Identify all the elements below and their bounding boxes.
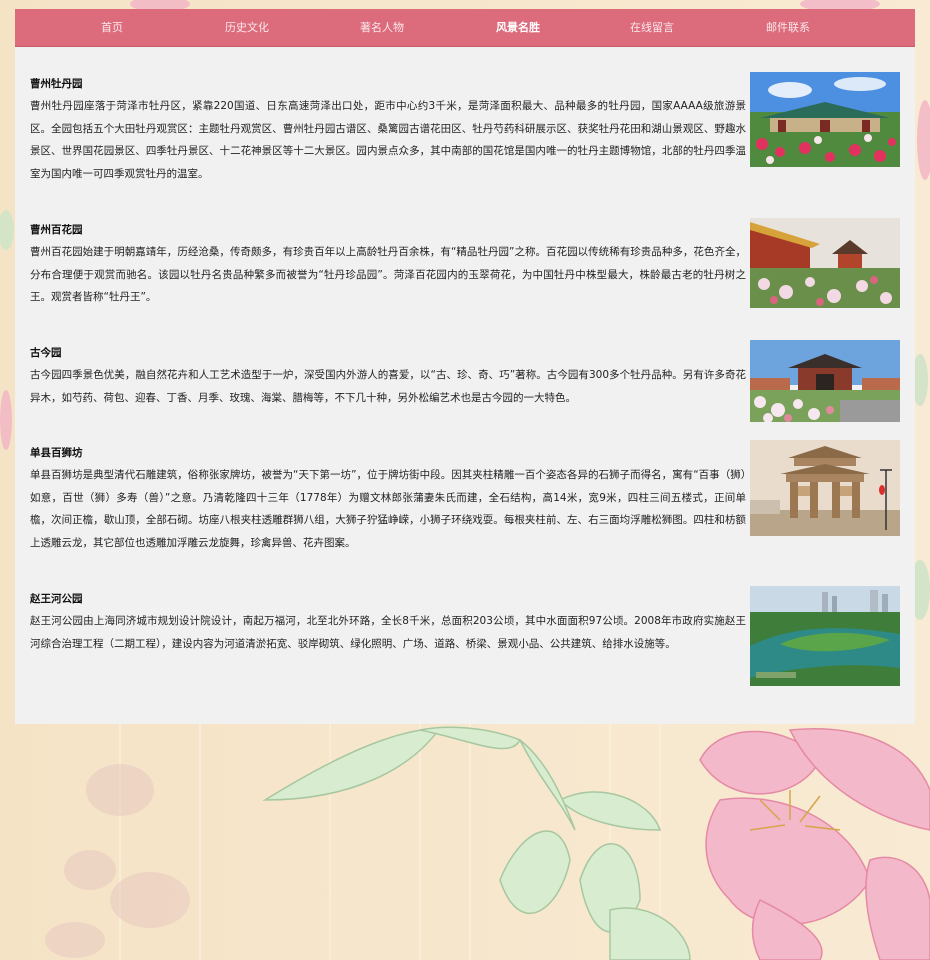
scenic-section: 曹州百花园 曹州百花园始建于明朝嘉靖年，历经沧桑，传奇颇多，有珍贵百年以上高龄牡… xyxy=(30,218,900,318)
scenic-section: 赵王河公园 赵王河公园由上海同济城市规划设计院设计，南起万福河，北至北外环路，全… xyxy=(30,586,900,686)
section-title: 赵王河公园 xyxy=(30,593,83,605)
section-title: 曹州牡丹园 xyxy=(30,78,83,90)
nav-item-scenery[interactable]: 风景名胜 xyxy=(458,9,578,46)
section-photo xyxy=(750,340,900,422)
nav-item-home[interactable]: 首页 xyxy=(52,9,172,46)
top-nav-bar: 首页 历史文化 著名人物 风景名胜 在线留言 邮件联系 xyxy=(15,9,915,47)
nav-item-people[interactable]: 著名人物 xyxy=(322,9,442,46)
scenic-section: 古今园 古今园四季景色优美，融自然花卉和人工艺术造型于一炉，深受国内外游人的喜爱… xyxy=(30,340,900,426)
section-photo xyxy=(750,586,900,686)
content-panel: 首页 历史文化 著名人物 风景名胜 在线留言 邮件联系 曹州牡丹园 曹州牡丹园座… xyxy=(15,9,915,724)
section-title: 古今园 xyxy=(30,347,62,359)
section-photo xyxy=(750,440,900,536)
section-photo xyxy=(750,218,900,308)
scenic-section: 曹州牡丹园 曹州牡丹园座落于菏泽市牡丹区，紧靠220国道、日东高速菏泽出口处，距… xyxy=(30,72,900,197)
section-text: 单县百狮坊是典型清代石雕建筑，俗称张家牌坊，被誉为“天下第一坊”，位于牌坊街中段… xyxy=(30,469,746,549)
section-title: 曹州百花园 xyxy=(30,224,83,236)
section-photo xyxy=(750,72,900,167)
section-title: 单县百狮坊 xyxy=(30,447,83,459)
nav-item-message[interactable]: 在线留言 xyxy=(592,9,712,46)
section-text: 赵王河公园由上海同济城市规划设计院设计，南起万福河，北至北外环路，全长8千米，总… xyxy=(30,615,746,650)
section-text: 古今园四季景色优美，融自然花卉和人工艺术造型于一炉，深受国内外游人的喜爱，以“古… xyxy=(30,369,746,404)
nav-item-email[interactable]: 邮件联系 xyxy=(728,9,848,46)
nav-item-history[interactable]: 历史文化 xyxy=(187,9,307,46)
section-text: 曹州牡丹园座落于菏泽市牡丹区，紧靠220国道、日东高速菏泽出口处，距市中心约3千… xyxy=(30,100,746,180)
scenic-section: 单县百狮坊 单县百狮坊是典型清代石雕建筑，俗称张家牌坊，被誉为“天下第一坊”，位… xyxy=(30,440,900,576)
section-text: 曹州百花园始建于明朝嘉靖年，历经沧桑，传奇颇多，有珍贵百年以上高龄牡丹百余株，有… xyxy=(30,246,746,304)
